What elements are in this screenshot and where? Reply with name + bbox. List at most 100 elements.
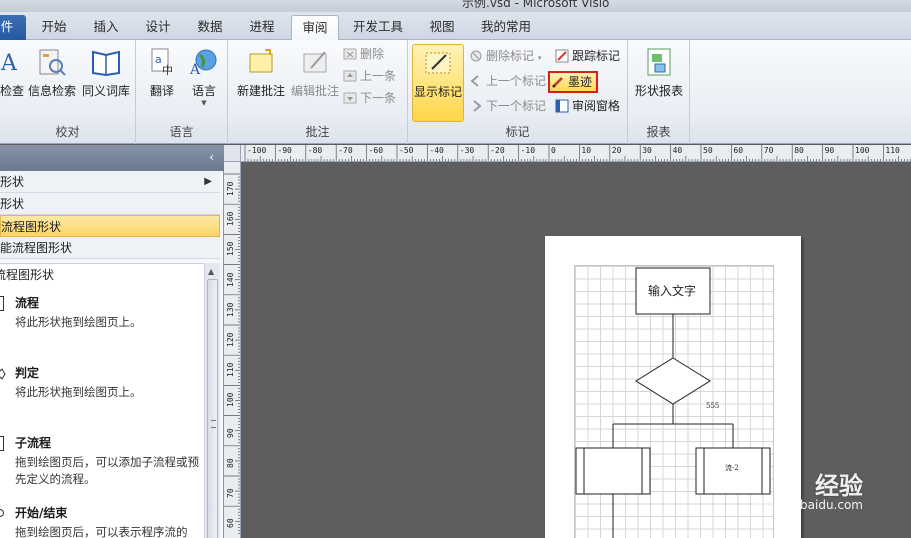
ruler-label: 160 [226, 211, 235, 227]
scrollbar-thumb[interactable] [207, 279, 218, 538]
shapes-scrollbar[interactable]: ▲ [204, 263, 220, 538]
tab-my-common[interactable]: 我的常用 [476, 15, 536, 40]
ruler-label: 0 [551, 146, 556, 155]
shape-decision[interactable]: 判定 将此形状拖到绘图页上。 [0, 364, 200, 424]
svg-text:A: A [189, 62, 201, 78]
decision-annotation[interactable]: 555 [706, 402, 719, 410]
group-proofing: A 检查 信息检索 同义词库 校对 [0, 40, 136, 144]
collapse-left-icon[interactable]: ‹ [0, 150, 1, 164]
delete-markup-button[interactable]: 删除标记 ▾ [468, 46, 541, 66]
stencil-flowchart-shapes[interactable]: 流程图形状 [0, 215, 220, 237]
shape-reports-button[interactable]: 形状报表 [633, 44, 685, 110]
ruler-label: 60 [226, 518, 235, 529]
vertical-ruler: 170 160 150 140 130 120 110 100 90 80 70 60 [224, 162, 241, 538]
drawing-canvas[interactable]: 输入文字 555 流-2 [241, 162, 911, 538]
shape-start-end[interactable]: 开始/结束 拖到绘图页后，可以表示程序流的 [0, 504, 200, 538]
edit-comment-button[interactable]: 编辑批注 [288, 44, 342, 110]
ruler-label: -60 [368, 146, 384, 155]
previous-markup-button[interactable]: 上一个标记 [468, 71, 546, 91]
ruler-label: -70 [338, 146, 353, 155]
process-shape-icon [0, 296, 4, 311]
drawing-page[interactable]: 输入文字 555 流-2 [545, 236, 801, 538]
tab-insert[interactable]: 插入 [86, 15, 126, 40]
horizontal-ruler: -100 -90 -80 -70 -60 -50 -40 -30 -20 -10 0 10 20 30 40… [241, 145, 911, 162]
minimize-panel-icon[interactable]: ‹ [209, 150, 214, 164]
title-bar: 示例.vsd - Microsoft Visio [0, 0, 911, 12]
ruler-label: -20 [490, 146, 505, 155]
delete-comment-button[interactable]: 删除 [342, 44, 384, 64]
dropdown-arrow-icon: ▾ [537, 54, 542, 62]
process-box-text[interactable]: 输入文字 [648, 282, 696, 299]
research-button[interactable]: 信息检索 [28, 44, 76, 110]
subprocess-label[interactable]: 流-2 [725, 463, 739, 473]
group-language: a中 翻译 A 语言 ▼ 语言 [136, 40, 228, 144]
previous-comment-button[interactable]: 上一条 [342, 66, 396, 86]
shape-subprocess[interactable]: 子流程 拖到绘图页后，可以添加子流程或预先定义的流程。 [0, 434, 200, 500]
ruler-label: 80 [226, 458, 235, 468]
tab-design[interactable]: 设计 [138, 15, 178, 40]
shape-reports-icon [643, 46, 675, 78]
ruler-label: 70 [226, 488, 235, 498]
ruler-label: 120 [226, 332, 235, 347]
ruler-label: -80 [307, 146, 323, 155]
show-markup-button[interactable]: 显示标记 [412, 44, 464, 122]
ruler-label: -40 [429, 146, 444, 155]
shapes-section-title: 流程图形状 [0, 268, 55, 282]
ruler-label: 50 [703, 146, 713, 155]
watermark-brand: 经验 [815, 472, 863, 500]
ruler-label: 30 [642, 146, 652, 155]
delete-markup-icon [470, 50, 482, 62]
tab-data[interactable]: 数据 [190, 15, 230, 40]
tab-review[interactable]: 审阅 [291, 15, 339, 41]
reviewing-pane-button[interactable]: 审阅窗格 [554, 96, 620, 116]
scroll-up-arrow-icon[interactable]: ▲ [208, 267, 214, 276]
shape-process[interactable]: 流程 将此形状拖到绘图页上。 [0, 294, 200, 354]
track-markup-button[interactable]: 跟踪标记 [554, 46, 620, 66]
subprocess-shape-icon [0, 436, 4, 451]
ruler-label: 110 [885, 146, 900, 155]
ribbon-tab-bar: 件 开始 插入 设计 数据 进程 审阅 开发工具 视图 我的常用 [0, 12, 911, 41]
tab-file[interactable]: 件 [0, 15, 26, 40]
group-reports: 形状报表 报表 [628, 40, 690, 144]
ink-button[interactable]: 墨迹 [548, 71, 599, 93]
ruler-label: 10 [581, 146, 592, 155]
watermark-url: jingyan.baidu.com [752, 498, 863, 512]
ruler-label: 140 [226, 272, 235, 287]
next-markup-button[interactable]: 下一个标记 [468, 96, 546, 116]
translate-button[interactable]: a中 翻译 [140, 44, 184, 110]
edit-comment-icon [299, 46, 331, 78]
thesaurus-button[interactable]: 同义词库 [80, 44, 132, 110]
group-markup: 显示标记 删除标记 ▾ 跟踪标记 上一个标记 墨迹 下一个标记 审阅窗格 标记 [408, 40, 628, 144]
dropdown-arrow-icon: ▼ [201, 99, 207, 107]
ruler-label: 90 [824, 146, 835, 155]
tab-view[interactable]: 视图 [422, 15, 462, 40]
tab-home[interactable]: 开始 [34, 15, 74, 40]
subprocess-box-left[interactable] [575, 447, 651, 495]
ribbon: A 检查 信息检索 同义词库 校对 a中 翻译 A 语言 ▼ 语言 新建批注 编… [0, 40, 911, 144]
reviewing-pane-icon [555, 99, 569, 113]
next-comment-icon [343, 92, 357, 104]
stencil-more-shapes[interactable]: 形状 ▶ [0, 171, 220, 193]
decision-diamond[interactable] [635, 357, 711, 405]
show-markup-icon [422, 47, 454, 79]
tab-process[interactable]: 进程 [242, 15, 282, 40]
stencil-quick-shapes[interactable]: 形状 [0, 193, 220, 215]
ruler-label: -10 [520, 146, 536, 155]
stencil-cross-functional-shapes[interactable]: 能流程图形状 [0, 237, 220, 259]
ruler-label: 150 [226, 241, 235, 257]
ruler-label: 100 [226, 392, 235, 408]
spell-check-icon: A [0, 46, 23, 78]
delete-comment-icon [343, 48, 357, 60]
ruler-label: 40 [672, 146, 683, 155]
language-button[interactable]: A 语言 ▼ [182, 44, 226, 110]
new-comment-button[interactable]: 新建批注 [234, 44, 288, 110]
ruler-label: 100 [855, 146, 870, 155]
ruler-label: 60 [733, 146, 744, 155]
tab-developer[interactable]: 开发工具 [348, 15, 408, 40]
svg-text:中: 中 [162, 64, 173, 77]
next-comment-button[interactable]: 下一条 [342, 88, 396, 108]
spell-check-button[interactable]: A 检查 [0, 44, 26, 110]
shapes-panel-header: ‹ ‹ [0, 145, 224, 171]
ruler-label: 170 [226, 181, 235, 196]
start-end-shape-icon [0, 509, 4, 517]
